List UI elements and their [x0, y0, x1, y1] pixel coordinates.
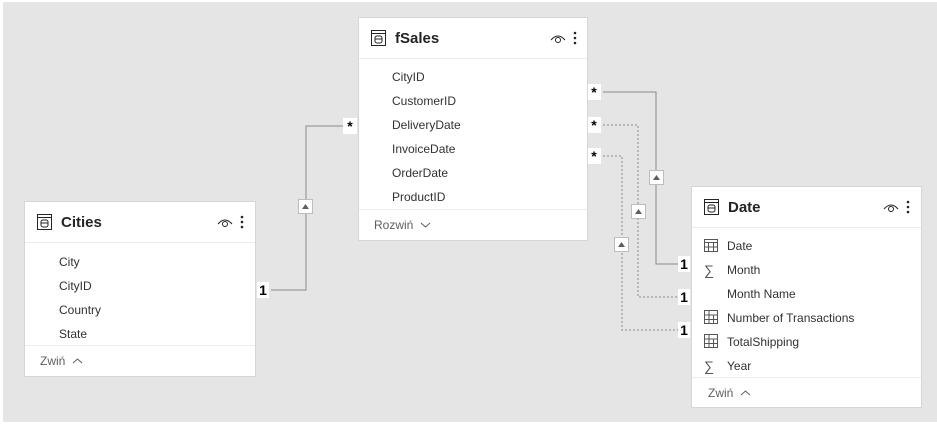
more-options-icon[interactable]	[573, 30, 577, 46]
filter-direction-arrow[interactable]	[615, 238, 628, 251]
cardinality-one-label: 1	[678, 322, 690, 338]
table-title: Cities	[61, 214, 102, 231]
table-icon	[704, 199, 719, 215]
filter-direction-arrow[interactable]	[650, 171, 663, 184]
table-card-cities[interactable]: Cities City CityID Country State Zwiń	[25, 202, 255, 376]
sigma-icon: ∑	[704, 262, 714, 278]
expand-toggle[interactable]: Rozwiń	[374, 218, 431, 232]
card-divider	[359, 209, 587, 210]
field-item[interactable]: CityID	[392, 70, 425, 84]
field-item[interactable]: CityID	[59, 279, 92, 293]
card-divider	[692, 377, 921, 378]
sigma-icon: ∑	[704, 358, 714, 374]
cardinality-one-label: 1	[678, 289, 690, 305]
calculator-icon	[704, 310, 718, 324]
eye-icon[interactable]	[550, 32, 566, 44]
cardinality-many-label: *	[343, 118, 357, 134]
calendar-icon	[704, 239, 718, 252]
table-icon	[37, 214, 52, 230]
collapse-label: Zwiń	[708, 386, 734, 400]
eye-icon[interactable]	[883, 201, 899, 213]
table-title: fSales	[395, 30, 440, 47]
more-options-icon[interactable]	[240, 214, 244, 230]
cardinality-many-label: *	[587, 117, 601, 133]
field-item[interactable]: Month	[727, 263, 760, 277]
field-item[interactable]: City	[59, 255, 80, 269]
cardinality-one-label: 1	[257, 282, 269, 298]
more-options-icon[interactable]	[906, 199, 910, 215]
field-item[interactable]: State	[59, 327, 87, 341]
cardinality-many-label: *	[587, 148, 601, 164]
cardinality-one-label: 1	[678, 256, 690, 272]
table-icon	[371, 30, 386, 46]
chevron-up-icon	[740, 390, 751, 396]
table-card-header[interactable]: fSales	[359, 18, 587, 59]
field-item[interactable]: DeliveryDate	[392, 118, 461, 132]
chevron-up-icon	[72, 358, 83, 364]
cardinality-many-label: *	[587, 84, 601, 100]
field-item[interactable]: OrderDate	[392, 166, 448, 180]
field-item[interactable]: ProductID	[392, 190, 445, 204]
field-item[interactable]: Number of Transactions	[727, 311, 854, 325]
field-item[interactable]: Month Name	[727, 287, 796, 301]
filter-direction-arrow[interactable]	[299, 200, 312, 213]
field-item[interactable]: CustomerID	[392, 94, 456, 108]
table-title: Date	[728, 199, 761, 216]
field-item[interactable]: TotalShipping	[727, 335, 799, 349]
field-item[interactable]: Year	[727, 359, 751, 373]
card-divider	[25, 345, 255, 346]
chevron-down-icon	[420, 222, 431, 228]
calculator-icon	[704, 334, 718, 348]
table-card-header[interactable]: Date	[692, 187, 921, 228]
table-card-fsales[interactable]: fSales CityID CustomerID DeliveryDate In…	[359, 18, 587, 240]
collapse-label: Zwiń	[40, 354, 66, 368]
filter-direction-arrow[interactable]	[632, 205, 645, 218]
field-item[interactable]: InvoiceDate	[392, 142, 455, 156]
field-item[interactable]: Country	[59, 303, 101, 317]
eye-icon[interactable]	[217, 216, 233, 228]
expand-label: Rozwiń	[374, 218, 414, 232]
field-item[interactable]: Date	[727, 239, 752, 253]
table-card-header[interactable]: Cities	[25, 202, 255, 243]
table-card-date[interactable]: Date Date ∑ Month Month Name Number of T…	[692, 187, 921, 407]
collapse-toggle[interactable]: Zwiń	[708, 386, 751, 400]
collapse-toggle[interactable]: Zwiń	[40, 354, 83, 368]
